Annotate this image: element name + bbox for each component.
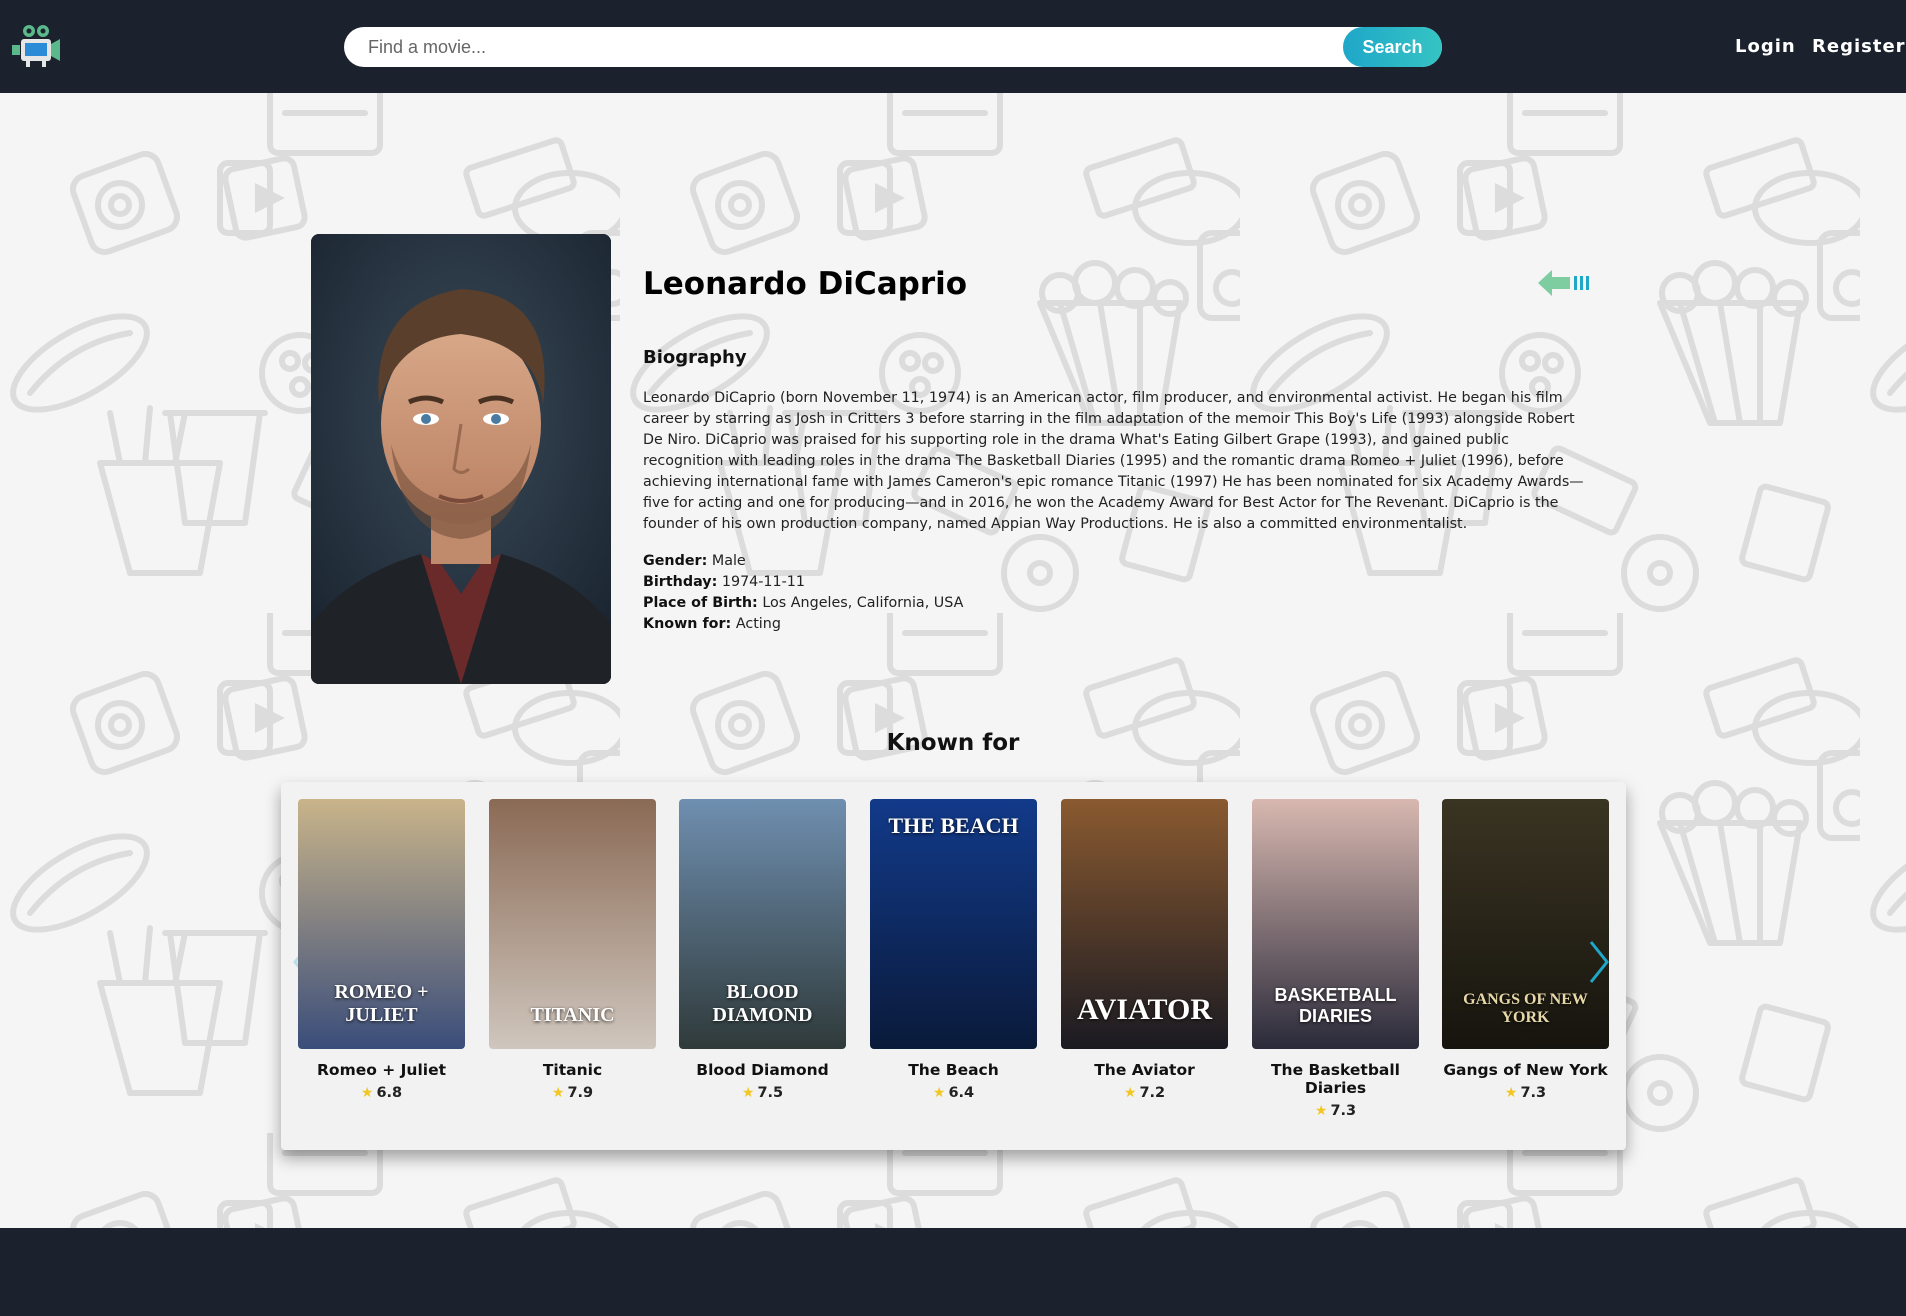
movie-card[interactable]: TITANIC Titanic ★ 7.9 xyxy=(489,799,656,1101)
profile-photo xyxy=(311,234,611,684)
movie-title[interactable]: Gangs of New York xyxy=(1442,1061,1609,1079)
movie-card[interactable]: THE BEACH The Beach ★ 6.4 xyxy=(870,799,1037,1101)
movie-poster[interactable]: GANGS OF NEW YORK xyxy=(1442,799,1609,1049)
rating-value: 7.2 xyxy=(1139,1085,1166,1101)
register-link[interactable]: Register xyxy=(1812,36,1906,57)
movie-poster[interactable]: TITANIC xyxy=(489,799,656,1049)
movie-rating: ★ 7.3 xyxy=(1442,1085,1609,1101)
poster-title: TITANIC xyxy=(530,1004,615,1026)
movie-rating: ★ 6.8 xyxy=(298,1085,465,1101)
fact-gender: Gender: Male xyxy=(643,551,963,572)
movie-title[interactable]: The Aviator xyxy=(1061,1061,1228,1079)
movie-poster[interactable]: BASKETBALL DIARIES xyxy=(1252,799,1419,1049)
fact-label: Place of Birth: xyxy=(643,595,758,611)
star-icon: ★ xyxy=(360,1085,374,1101)
fact-label: Gender: xyxy=(643,553,708,569)
poster-title: BLOOD DIAMOND xyxy=(712,981,813,1026)
rating-value: 7.3 xyxy=(1520,1085,1547,1101)
movie-card[interactable]: GANGS OF NEW YORK Gangs of New York ★ 7.3 xyxy=(1442,799,1609,1101)
star-icon: ★ xyxy=(1504,1085,1518,1101)
movie-title[interactable]: Romeo + Juliet xyxy=(298,1061,465,1079)
movie-title[interactable]: The Beach xyxy=(870,1061,1037,1079)
fact-birthday: Birthday: 1974-11-11 xyxy=(643,572,963,593)
movie-rating: ★ 7.9 xyxy=(489,1085,656,1101)
fact-value: Los Angeles, California, USA xyxy=(762,595,964,611)
known-for-carousel: ROMEO + JULIET Romeo + Juliet ★ 6.8 TITAN… xyxy=(281,782,1626,1150)
rating-value: 7.3 xyxy=(1330,1103,1357,1119)
movie-card[interactable]: BLOOD DIAMOND Blood Diamond ★ 7.5 xyxy=(679,799,846,1101)
fact-value: 1974-11-11 xyxy=(721,574,805,590)
movie-rating: ★ 7.2 xyxy=(1061,1085,1228,1101)
rating-value: 6.8 xyxy=(376,1085,403,1101)
movie-rating: ★ 7.5 xyxy=(679,1085,846,1101)
star-icon: ★ xyxy=(1123,1085,1137,1101)
rating-value: 6.4 xyxy=(948,1085,975,1101)
poster-title: BASKETBALL DIARIES xyxy=(1274,985,1397,1026)
movie-card[interactable]: ROMEO + JULIET Romeo + Juliet ★ 6.8 xyxy=(298,799,465,1101)
star-icon: ★ xyxy=(932,1085,946,1101)
movie-poster[interactable]: AVIATOR xyxy=(1061,799,1228,1049)
fact-place-of-birth: Place of Birth: Los Angeles, California,… xyxy=(643,593,963,614)
poster-title: ROMEO + JULIET xyxy=(334,981,429,1026)
search-input[interactable] xyxy=(344,27,1344,67)
biography-heading: Biography xyxy=(643,347,747,368)
movie-card[interactable]: AVIATOR The Aviator ★ 7.2 xyxy=(1061,799,1228,1101)
movie-card[interactable]: BASKETBALL DIARIES The Basketball Diarie… xyxy=(1252,799,1419,1119)
chevron-right-icon[interactable] xyxy=(1587,940,1611,984)
rating-value: 7.9 xyxy=(567,1085,594,1101)
movie-camera-icon[interactable] xyxy=(10,22,62,68)
fact-value: Male xyxy=(711,553,746,569)
fact-value: Acting xyxy=(735,616,781,632)
star-icon: ★ xyxy=(551,1085,565,1101)
top-navbar: Search Login Register xyxy=(0,0,1906,93)
poster-title: THE BEACH xyxy=(888,813,1019,838)
person-name: Leonardo DiCaprio xyxy=(643,266,968,302)
poster-title: GANGS OF NEW YORK xyxy=(1463,991,1588,1026)
movie-title[interactable]: Blood Diamond xyxy=(679,1061,846,1079)
person-facts: Gender: Male Birthday: 1974-11-11 Place … xyxy=(643,551,963,635)
biography-text: Leonardo DiCaprio (born November 11, 197… xyxy=(643,390,1584,532)
back-arrow-icon[interactable] xyxy=(1538,268,1592,298)
movie-poster[interactable]: BLOOD DIAMOND xyxy=(679,799,846,1049)
search-bar: Search xyxy=(344,27,1442,67)
login-link[interactable]: Login xyxy=(1735,36,1796,57)
star-icon: ★ xyxy=(1314,1103,1328,1119)
search-button[interactable]: Search xyxy=(1343,27,1442,67)
movie-rating: ★ 6.4 xyxy=(870,1085,1037,1101)
movie-title[interactable]: The Basketball Diaries xyxy=(1252,1061,1419,1097)
poster-title: AVIATOR xyxy=(1076,993,1213,1026)
star-icon: ★ xyxy=(741,1085,755,1101)
movie-rating: ★ 7.3 xyxy=(1252,1103,1419,1119)
movie-title[interactable]: Titanic xyxy=(489,1061,656,1079)
fact-label: Birthday: xyxy=(643,574,718,590)
movie-poster[interactable]: ROMEO + JULIET xyxy=(298,799,465,1049)
fact-label: Known for: xyxy=(643,616,732,632)
rating-value: 7.5 xyxy=(757,1085,784,1101)
movie-poster[interactable]: THE BEACH xyxy=(870,799,1037,1049)
footer xyxy=(0,1228,1906,1316)
fact-known-for: Known for: Acting xyxy=(643,614,963,635)
known-for-heading: Known for xyxy=(886,730,1020,756)
